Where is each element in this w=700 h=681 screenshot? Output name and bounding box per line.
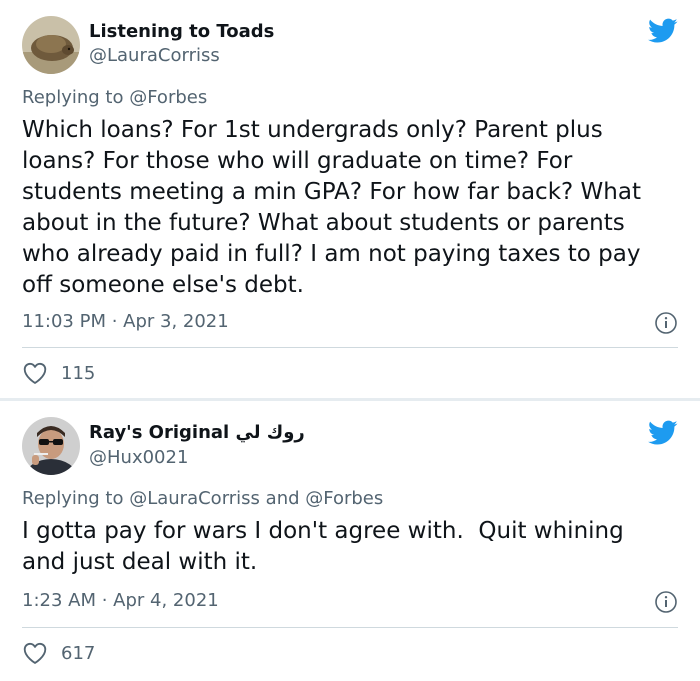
- user-handle[interactable]: @Hux0021: [89, 447, 188, 468]
- replying-mentions[interactable]: @LauraCorriss and @Forbes: [129, 488, 383, 509]
- like-count: 115: [61, 362, 96, 384]
- replying-to: Replying to @Forbes: [22, 87, 207, 108]
- tweet-timestamp[interactable]: 11:03 PM · Apr 3, 2021: [22, 311, 229, 332]
- heart-icon: [23, 362, 47, 384]
- display-name[interactable]: Ray's Original روك لي: [89, 422, 305, 443]
- user-handle[interactable]: @LauraCorriss: [89, 45, 220, 66]
- tweet-card: Listening to Toads @LauraCorriss Replyin…: [0, 0, 700, 398]
- replying-to: Replying to @LauraCorriss and @Forbes: [22, 488, 383, 509]
- twitter-bird-icon[interactable]: [648, 420, 678, 446]
- tweet-text: Which loans? For 1st undergrads only? Pa…: [22, 117, 641, 298]
- replying-prefix: Replying to: [22, 87, 124, 108]
- display-name[interactable]: Listening to Toads: [89, 21, 274, 42]
- replying-prefix: Replying to: [22, 488, 124, 509]
- like-button[interactable]: 617: [22, 641, 95, 665]
- avatar[interactable]: [22, 16, 80, 74]
- tweet-card: Ray's Original روك لي @Hux0021 Replying …: [0, 401, 700, 681]
- info-icon[interactable]: [654, 311, 678, 335]
- info-icon[interactable]: [654, 590, 678, 614]
- divider: [22, 347, 678, 348]
- heart-icon: [23, 642, 47, 664]
- twitter-bird-icon[interactable]: [648, 18, 678, 44]
- replying-mentions[interactable]: @Forbes: [129, 87, 207, 108]
- tweet-text: I gotta pay for wars I don't agree with.…: [22, 518, 624, 575]
- like-count: 617: [61, 642, 96, 664]
- divider: [22, 627, 678, 628]
- tweet-timestamp[interactable]: 1:23 AM · Apr 4, 2021: [22, 590, 219, 611]
- avatar[interactable]: [22, 417, 80, 475]
- like-button[interactable]: 115: [22, 361, 95, 385]
